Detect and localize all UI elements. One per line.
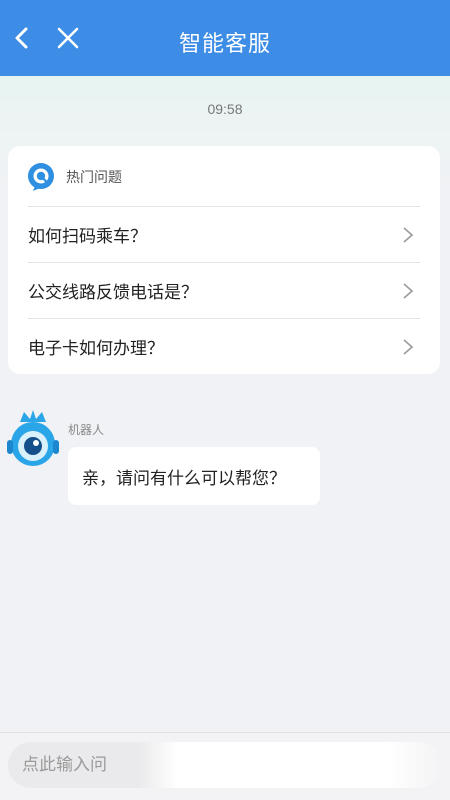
message-timestamp: 09:58 — [207, 101, 243, 117]
hot-questions-card: 热门问题 如何扫码乘车？ 公交线路反馈电话是？ 电子卡如何办理？ — [8, 146, 440, 374]
hot-questions-label: 热门问题 — [66, 169, 122, 185]
hot-question-label: 电子卡如何办理？ — [28, 339, 164, 358]
hot-question-label: 公交线路反馈电话是？ — [28, 283, 198, 302]
input-bar — [0, 732, 450, 800]
message-input[interactable] — [8, 742, 442, 788]
robot-avatar-icon — [7, 410, 59, 466]
hot-questions-header: 热门问题 — [26, 162, 122, 192]
sender-name: 机器人 — [68, 423, 105, 437]
hot-question-item[interactable]: 如何扫码乘车？ — [28, 206, 420, 262]
bot-avatar[interactable] — [6, 408, 60, 470]
q-bubble-icon — [28, 163, 54, 191]
hot-question-item[interactable]: 公交线路反馈电话是？ — [28, 262, 420, 318]
bot-message-bubble: 亲，请问有什么可以帮您？ — [68, 447, 320, 505]
top-bar: 智能客服 — [0, 0, 450, 76]
chevron-right-icon — [403, 338, 414, 355]
chevron-right-icon — [403, 282, 414, 299]
bot-message-text: 亲，请问有什么可以帮您？ — [82, 468, 286, 488]
chevron-right-icon — [403, 226, 414, 243]
page-title: 智能客服 — [178, 31, 271, 56]
hot-question-label: 如何扫码乘车？ — [28, 227, 147, 246]
hot-question-item[interactable]: 电子卡如何办理？ — [28, 318, 420, 374]
hot-questions-list: 如何扫码乘车？ 公交线路反馈电话是？ 电子卡如何办理？ — [28, 206, 420, 374]
